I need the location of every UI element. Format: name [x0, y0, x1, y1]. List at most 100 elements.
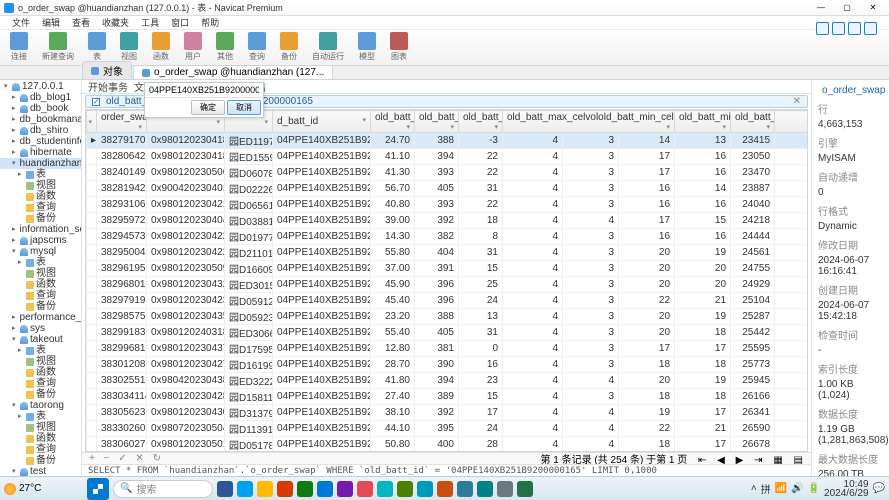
cell[interactable]: 390	[415, 357, 459, 373]
cell[interactable]: 382819423	[97, 181, 147, 197]
cell[interactable]: 04PPE140XB251B9200000165	[273, 341, 371, 357]
column-header[interactable]: old_batt_odo▾	[731, 111, 775, 133]
taskbar-app-icon[interactable]	[517, 481, 533, 497]
cell[interactable]: 0x98012023042709 0x9801	[147, 357, 225, 373]
cell[interactable]: 17	[619, 213, 675, 229]
cell[interactable]: 405	[415, 325, 459, 341]
tree-caret-icon[interactable]: ▾	[4, 81, 10, 92]
cell[interactable]	[87, 165, 97, 181]
cell[interactable]: 392	[415, 213, 459, 229]
tree-item[interactable]: 备份	[0, 213, 81, 224]
cell[interactable]	[775, 229, 808, 245]
table-row[interactable]: 3829500420x98012023042212 0x9804园D211011…	[87, 245, 809, 261]
tree-item[interactable]: ▸表	[0, 345, 81, 356]
tree-caret-icon[interactable]: ▸	[18, 345, 24, 356]
cell[interactable]: 23.20	[371, 309, 415, 325]
cell[interactable]: 22	[619, 293, 675, 309]
cell[interactable]: 04PPE140XB251B9200000165	[273, 149, 371, 165]
ribbon-表[interactable]: 表	[82, 31, 112, 63]
cell[interactable]: 0x98012024031807 0x9801	[147, 325, 225, 341]
cell[interactable]: 4	[563, 421, 619, 437]
cell[interactable]: 393	[415, 165, 459, 181]
cell[interactable]: 4	[503, 341, 563, 357]
tree-caret-icon[interactable]: ▸	[12, 114, 16, 125]
cell[interactable]: 4	[563, 213, 619, 229]
cell[interactable]: 400	[415, 437, 459, 453]
taskbar-app-icon[interactable]	[297, 481, 313, 497]
tree-item[interactable]: 备份	[0, 455, 81, 466]
menu-编辑[interactable]: 编辑	[36, 16, 66, 29]
cell[interactable]: 04PPE140XB251B9200000165	[273, 181, 371, 197]
tree-item[interactable]: ▾test	[0, 466, 81, 476]
ribbon-查询[interactable]: 查询	[242, 31, 272, 63]
system-tray[interactable]: ˄ 拼 📶 🔊 🔋 10:49 2024/6/29 💬	[751, 480, 885, 498]
cell[interactable]: 0x98012023042200 0x9807	[147, 229, 225, 245]
tree-item[interactable]: 函数	[0, 433, 81, 444]
cell[interactable]: 383025512	[97, 373, 147, 389]
cell[interactable]: 391	[415, 261, 459, 277]
weather-widget[interactable]: 27°C	[4, 483, 41, 495]
tree-item[interactable]: ▸表	[0, 411, 81, 422]
cell[interactable]: 396	[415, 277, 459, 293]
cell[interactable]: 3	[563, 325, 619, 341]
cell[interactable]: 04PPE140XB251B9200000165	[273, 213, 371, 229]
cell[interactable]: 382968010	[97, 277, 147, 293]
cell[interactable]	[775, 197, 808, 213]
tree-caret-icon[interactable]: ▸	[12, 312, 16, 323]
cell[interactable]: 4	[503, 133, 563, 149]
cell[interactable]: 25	[459, 277, 503, 293]
ribbon-用户[interactable]: 用户	[178, 31, 208, 63]
tree-caret-icon[interactable]: ▸	[12, 323, 18, 334]
table-row[interactable]: 3829968170x98012023043703 0x9807园D175951…	[87, 341, 809, 357]
cell[interactable]: 24	[459, 293, 503, 309]
column-header[interactable]: ▾	[775, 111, 808, 133]
cell[interactable]: 园D166099	[225, 261, 273, 277]
column-header[interactable]: old_batt_elec▾	[459, 111, 503, 133]
cell[interactable]: 4	[503, 373, 563, 389]
cell[interactable]: 4	[503, 405, 563, 421]
cell[interactable]: 04PPE140XB251B9200000165	[273, 277, 371, 293]
cell[interactable]: 40.80	[371, 197, 415, 213]
cell[interactable]: 园D158118	[225, 389, 273, 405]
cell[interactable]	[775, 213, 808, 229]
cell[interactable]: 园D059230	[225, 309, 273, 325]
tree-item[interactable]: ▸表	[0, 169, 81, 180]
cell[interactable]: 382791706	[97, 133, 147, 149]
cell[interactable]: 3	[563, 309, 619, 325]
cell[interactable]	[87, 421, 97, 437]
cell[interactable]: 0x90042023040117 0x9804	[147, 181, 225, 197]
start-button[interactable]	[87, 478, 109, 500]
cell[interactable]: 园D038817	[225, 213, 273, 229]
cell[interactable]: 3	[563, 133, 619, 149]
tree-item[interactable]: ▾huandianzhan	[0, 158, 81, 169]
cell[interactable]: 0x98012023043703 0x9807	[147, 341, 225, 357]
cell[interactable]	[87, 405, 97, 421]
taskbar-app-icon[interactable]	[397, 481, 413, 497]
table-row[interactable]: 3829310690x98012023042105 0x9804园D065616…	[87, 197, 809, 213]
cell[interactable]: 389	[415, 389, 459, 405]
ribbon-图表[interactable]: 图表	[384, 31, 414, 63]
tree-caret-icon[interactable]: ▾	[12, 400, 18, 411]
cancel-icon[interactable]: ✕	[132, 453, 146, 464]
cell[interactable]: 0x98012023050601 0x9807	[147, 165, 225, 181]
view-grid-icon[interactable]	[832, 22, 845, 35]
tree-item[interactable]: ▾127.0.0.1	[0, 81, 81, 92]
tree-caret-icon[interactable]: ▸	[12, 92, 18, 103]
table-row[interactable]: 3829457390x98012023042200 0x9807园D019772…	[87, 229, 809, 245]
cell[interactable]	[87, 277, 97, 293]
cell[interactable]: 388	[415, 309, 459, 325]
cell[interactable]	[87, 357, 97, 373]
apply-icon[interactable]: ✓	[115, 453, 129, 464]
cell[interactable]: 15	[459, 261, 503, 277]
cell[interactable]: 0x98012023043000 0x9804	[147, 405, 225, 421]
column-header[interactable]: old_batt_soc▾	[371, 111, 415, 133]
cell[interactable]: 4	[563, 405, 619, 421]
cell[interactable]: 3	[563, 357, 619, 373]
cell[interactable]: 23050	[731, 149, 775, 165]
table-row[interactable]: 3833026070x98072023050406 0x9804园D113916…	[87, 421, 809, 437]
tree-caret-icon[interactable]: ▸	[12, 224, 16, 235]
cell[interactable]: 园D059125	[225, 293, 273, 309]
table-row[interactable]: 3829857500x98012023043506 0x9807园D059230…	[87, 309, 809, 325]
cell[interactable]: 18	[619, 389, 675, 405]
cell[interactable]: 19	[675, 373, 731, 389]
